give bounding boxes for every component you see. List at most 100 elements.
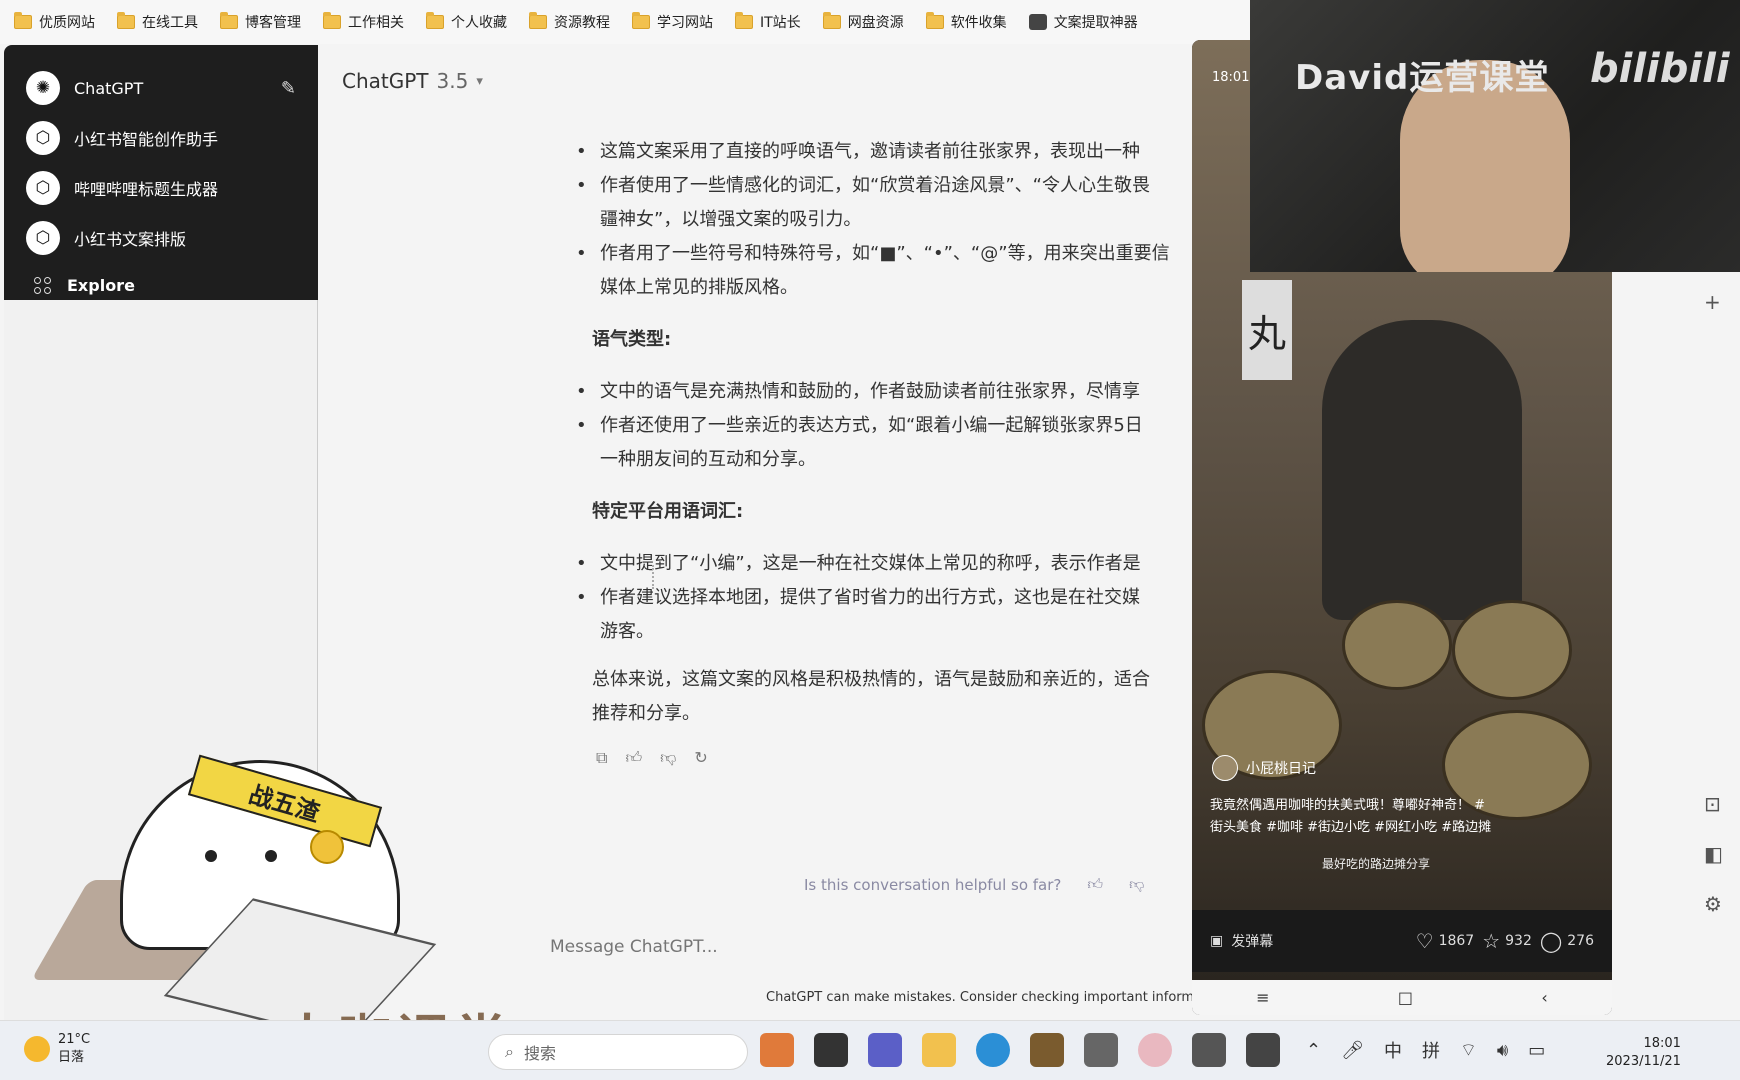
thumbs-up-icon[interactable]: 👍︎ <box>1087 875 1103 894</box>
message-actions: ⧉ 👍︎ 👎︎ ↻ <box>596 741 1204 775</box>
explore-grid-icon <box>34 276 51 294</box>
channel-title: David运营课堂 <box>1295 58 1550 98</box>
list-item-continuation: 媒体上常见的排版风格。 <box>600 277 798 298</box>
home-icon[interactable]: □ <box>1398 988 1413 1007</box>
chat-main: ChatGPT 3.5 ▾ 这篇文案采用了直接的呼唤语气，邀请读者前往张家界，表… <box>318 45 1198 1015</box>
message-input[interactable] <box>550 930 1130 964</box>
app-icon[interactable] <box>760 1033 794 1067</box>
app-icon[interactable] <box>1246 1033 1280 1067</box>
bookmark-folder[interactable]: 网盘资源 <box>822 12 904 32</box>
right-side-strip: + ⊡ ◧ ⚙ <box>1690 272 1740 1012</box>
feedback-prompt: Is this conversation helpful so far? 👍︎ … <box>804 875 1145 894</box>
volume-icon[interactable]: 🔊︎ <box>1497 1040 1508 1061</box>
system-tray: ⌃ 🎤︎ 中 拼 ⌔ 🔊︎ ▭ <box>1306 1037 1545 1063</box>
assistant-message: 这篇文案采用了直接的呼唤语气，邀请读者前往张家界，表现出一种 作者使用了一些情感… <box>576 135 1204 775</box>
folder-icon <box>822 12 841 29</box>
comment-button[interactable]: ◯ 276 <box>1540 929 1594 953</box>
microphone-icon[interactable]: 🎤︎ <box>1341 1040 1364 1061</box>
bookmark-folder[interactable]: 博客管理 <box>220 12 301 32</box>
chevron-down-icon: ▾ <box>476 73 483 89</box>
star-icon: ☆ <box>1482 929 1501 953</box>
app-icon[interactable] <box>814 1033 848 1067</box>
taskbar-search[interactable]: ⌕ 搜索 <box>488 1034 748 1070</box>
weather-widget[interactable]: 21°C 日落 <box>24 1031 90 1067</box>
app-icon[interactable] <box>1084 1033 1118 1067</box>
sidebar-item-chatgpt[interactable]: ✺ ChatGPT ✎ <box>26 63 296 113</box>
bookmark-folder[interactable]: 资源教程 <box>529 12 610 32</box>
thumbs-down-icon[interactable]: 👎︎ <box>1129 875 1144 894</box>
bookmark-folder[interactable]: 工作相关 <box>323 12 404 32</box>
battery-icon[interactable]: ▭ <box>1528 1040 1545 1061</box>
app-icon[interactable] <box>1030 1033 1064 1067</box>
copy-icon[interactable]: ⧉ <box>596 741 607 775</box>
resize-handle[interactable] <box>652 565 656 589</box>
sun-icon <box>24 1036 50 1062</box>
screenshot-icon[interactable]: ⊡ <box>1704 792 1721 816</box>
ime-type[interactable]: 拼 <box>1422 1037 1440 1063</box>
folder-icon <box>529 12 547 29</box>
comment-icon: ◯ <box>1539 929 1563 953</box>
bookmark-folder[interactable]: 在线工具 <box>117 12 198 32</box>
sidebar-item-gpt[interactable]: ⬡ 小红书文案排版 <box>26 213 296 263</box>
like-button[interactable]: ♡ 1867 <box>1416 929 1475 953</box>
list-item: 作者建议选择本地团，提供了省时省力的出行方式，这也是在社交媒 <box>576 581 1204 615</box>
back-icon[interactable]: ‹ <box>1541 988 1547 1007</box>
new-chat-icon[interactable]: ✎ <box>281 78 296 99</box>
taskbar-apps <box>760 1033 1280 1067</box>
list-item: 作者还使用了一些亲近的表达方式，如“跟着小编一起解锁张家界5日 <box>576 409 1204 443</box>
sidebar: ✺ ChatGPT ✎ ⬡ 小红书智能创作助手 ⬡ 哔哩哔哩标题生成器 ⬡ 小红… <box>4 45 318 300</box>
ime-mode[interactable]: 中 <box>1384 1037 1402 1063</box>
list-item: 作者用了一些符号和特殊符号，如“■”、“•”、“@”等，用来突出重要信 <box>576 237 1204 271</box>
settings-icon[interactable]: ⚙ <box>1704 892 1722 916</box>
taskbar-clock[interactable]: 18:01 2023/11/21 <box>1606 1035 1681 1071</box>
danmu-input[interactable]: 发弹幕 <box>1231 931 1273 951</box>
folder-icon <box>632 12 650 29</box>
app-icon[interactable] <box>1138 1033 1172 1067</box>
author-info[interactable]: 小屁桃日记 <box>1212 755 1316 781</box>
disclaimer-text: ChatGPT can make mistakes. Consider chec… <box>766 990 1195 1005</box>
openai-logo-icon: ✺ <box>26 71 60 105</box>
thumbs-down-icon[interactable]: 👎︎ <box>660 741 676 775</box>
folder-icon <box>426 12 444 29</box>
sidebar-item-gpt[interactable]: ⬡ 哔哩哔哩标题生成器 <box>26 163 296 213</box>
folder-icon <box>323 12 341 29</box>
thumbs-up-icon[interactable]: 👍︎ <box>625 741 642 775</box>
gpt-cube-icon: ⬡ <box>26 221 60 255</box>
bookmark-folder[interactable]: 个人收藏 <box>426 12 507 32</box>
favorite-button[interactable]: ☆ 932 <box>1482 929 1532 953</box>
sidebar-item-gpt[interactable]: ⬡ 小红书智能创作助手 <box>26 113 296 163</box>
edge-icon[interactable] <box>976 1033 1010 1067</box>
bookmark-folder[interactable]: 学习网站 <box>632 12 713 32</box>
chevron-up-icon[interactable]: ⌃ <box>1306 1040 1321 1061</box>
wifi-icon[interactable]: ⌔ <box>1460 1039 1477 1062</box>
video-caption: 我竟然偶遇用咖啡的扶美式哦！尊嘟好神奇！ # 街头美食 #咖啡 #街边小吃 #网… <box>1210 798 1492 835</box>
list-item: 文中的语气是充满热情和鼓励的，作者鼓励读者前往张家界，尽情享 <box>576 375 1204 409</box>
bookmark-app[interactable]: 文案提取神器 <box>1028 12 1138 32</box>
bookmark-folder[interactable]: 优质网站 <box>14 12 95 32</box>
plus-icon[interactable]: + <box>1704 290 1721 314</box>
search-icon: ⌕ <box>505 1042 514 1061</box>
list-item-continuation: 疆神女”，以增强文案的吸引力。 <box>600 209 862 230</box>
teams-icon[interactable] <box>868 1033 902 1067</box>
sidebar-toggle-icon[interactable]: ◧ <box>1704 842 1723 866</box>
file-explorer-icon[interactable] <box>922 1033 956 1067</box>
pot <box>1342 600 1452 690</box>
menu-icon[interactable]: ≡ <box>1256 988 1269 1007</box>
list-item: 作者使用了一些情感化的词汇，如“欣赏着沿途风景”、“令人心生敬畏 <box>576 169 1204 203</box>
summary-paragraph: 总体来说，这篇文案的风格是积极热情的，语气是鼓励和亲近的，适合 推荐和分享。 <box>592 669 1150 724</box>
danmu-icon[interactable]: ▣ <box>1210 933 1223 949</box>
avatar[interactable] <box>1212 755 1238 781</box>
video-action-bar: ▣ 发弹幕 ♡ 1867 ☆ 932 ◯ 276 <box>1192 910 1612 972</box>
regenerate-icon[interactable]: ↻ <box>694 741 707 775</box>
folder-icon <box>14 12 32 29</box>
list-item: 文中提到了“小编”，这是一种在社交媒体上常见的称呼，表示作者是 <box>576 547 1204 581</box>
shop-sign: 丸 <box>1242 280 1292 380</box>
model-selector[interactable]: ChatGPT 3.5 ▾ <box>342 69 483 93</box>
gpt-cube-icon: ⬡ <box>26 121 60 155</box>
music-label[interactable]: 最好吃的路边摊分享 <box>1322 855 1430 872</box>
app-icon[interactable] <box>1192 1033 1226 1067</box>
phone-nav-bar: ≡ □ ‹ <box>1192 980 1612 1015</box>
folder-icon <box>925 12 944 29</box>
bookmark-folder[interactable]: 软件收集 <box>925 12 1007 32</box>
bookmark-folder[interactable]: IT站长 <box>735 12 801 32</box>
